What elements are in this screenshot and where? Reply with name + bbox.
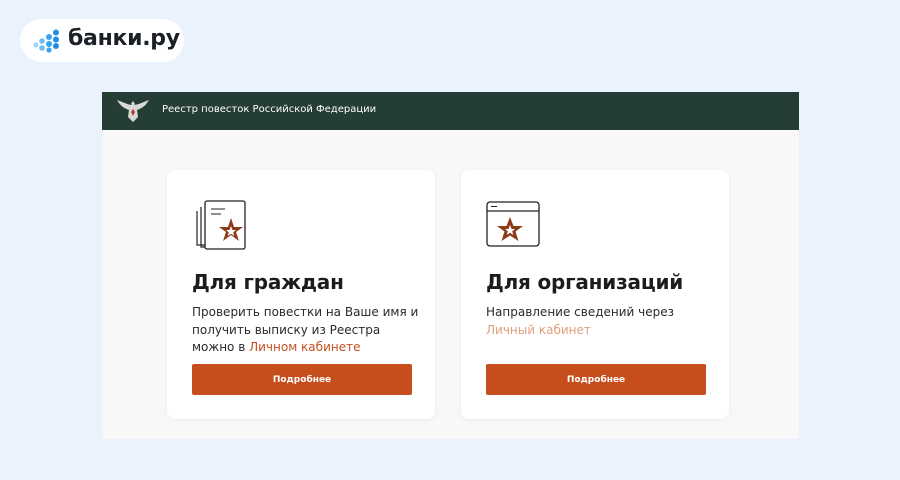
citizens-card: Для граждан Проверить повестки на Ваше и… xyxy=(167,170,435,419)
browser-window-star-icon xyxy=(486,201,540,247)
card-description: Направление сведений через Личный кабине… xyxy=(486,305,675,337)
registry-site: Реестр повесток Российской Федерации Для… xyxy=(102,92,799,439)
card-title: Для организаций xyxy=(486,270,684,294)
organizations-card: Для организаций Направление сведений чер… xyxy=(461,170,729,419)
banki-dots-logo-icon xyxy=(33,29,59,53)
eagle-emblem-icon[interactable] xyxy=(114,98,152,124)
card-description: Проверить повестки на Ваше имя и получит… xyxy=(192,305,419,354)
header-title: Реестр повесток Российской Федерации xyxy=(162,104,377,115)
card-title: Для граждан xyxy=(192,270,344,294)
banki-ru-logo[interactable]: банки.ру xyxy=(20,19,184,62)
personal-cabinet-link[interactable]: Личный кабинет xyxy=(486,323,591,337)
document-star-icon xyxy=(196,200,246,250)
brand-name: банки.ру xyxy=(68,26,180,51)
organizations-more-button[interactable]: Подробнее xyxy=(486,364,706,395)
personal-cabinet-link[interactable]: Личном кабинете xyxy=(249,340,360,354)
site-header: Реестр повесток Российской Федерации xyxy=(102,92,799,130)
citizens-more-button[interactable]: Подробнее xyxy=(192,364,412,395)
